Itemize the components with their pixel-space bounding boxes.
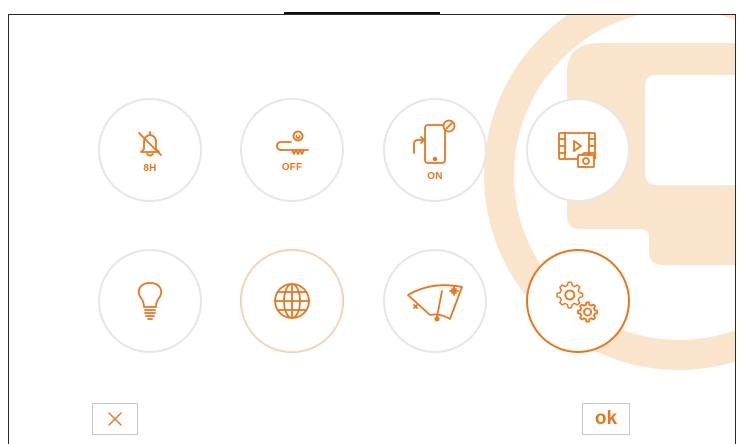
door-key-tile[interactable]: OFF [240, 98, 344, 202]
top-tab-handle [284, 0, 440, 14]
settings-tile[interactable] [526, 249, 630, 353]
do-not-disturb-label: 8H [143, 162, 157, 174]
video-gallery-icon [558, 132, 596, 168]
settings-gears-icon [556, 281, 599, 323]
brand-watermark-logo [484, 15, 735, 370]
key-icon [276, 130, 309, 155]
call-forward-label: ON [427, 170, 443, 182]
video-gallery-tile[interactable] [526, 98, 630, 202]
ok-label: ok [594, 408, 618, 429]
door-key-label: OFF [281, 161, 303, 173]
phone-forward-icon [413, 119, 456, 164]
call-forward-tile[interactable]: ON [383, 98, 487, 202]
light-tile[interactable] [98, 249, 202, 353]
close-icon [108, 412, 122, 426]
bell-off-icon [138, 130, 162, 156]
globe-icon [274, 283, 310, 319]
screen-cleaning-tile[interactable] [383, 249, 487, 353]
wiper-icon [407, 284, 463, 322]
lightbulb-icon [137, 282, 163, 320]
ok-button[interactable]: ok [582, 403, 630, 435]
screen-frame [8, 14, 736, 444]
language-tile[interactable] [240, 249, 344, 353]
do-not-disturb-tile[interactable]: 8H [98, 98, 202, 202]
cancel-button[interactable] [92, 403, 138, 435]
